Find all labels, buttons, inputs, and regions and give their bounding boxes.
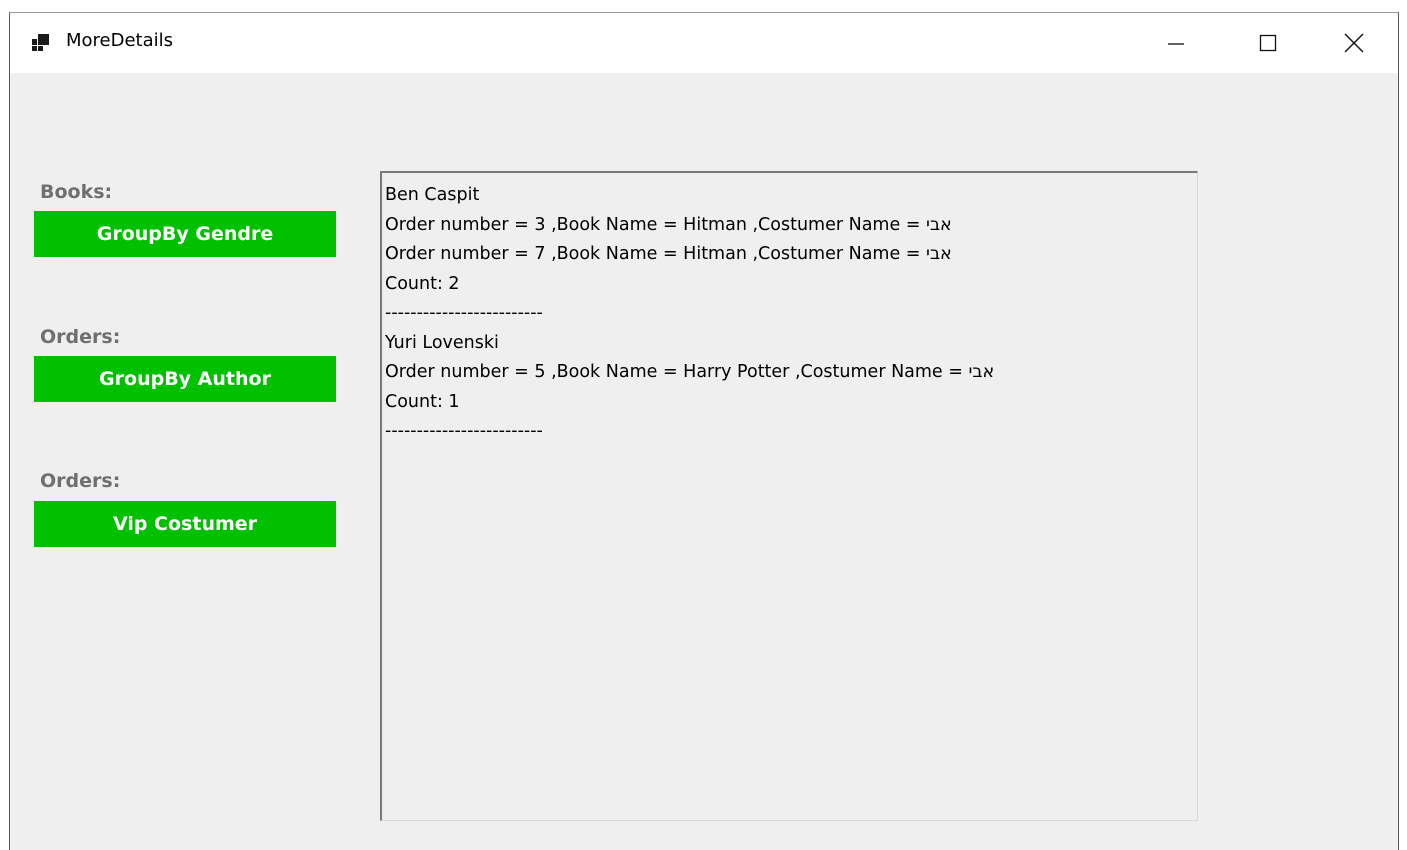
minimize-icon	[1168, 43, 1184, 45]
list-item[interactable]: Count: 2	[385, 270, 1197, 300]
close-button[interactable]	[1308, 13, 1400, 73]
orders-label-2: Orders:	[40, 470, 121, 492]
window-title: MoreDetails	[66, 30, 174, 51]
results-listbox[interactable]: Ben Caspit Order number = 3 ,Book Name =…	[380, 171, 1198, 821]
maximize-button[interactable]	[1222, 13, 1314, 73]
desktop-strip	[0, 0, 1407, 12]
title-bar[interactable]: MoreDetails	[10, 13, 1398, 73]
maximize-icon	[1259, 34, 1277, 52]
list-item[interactable]: Order number = 5 ,Book Name = Harry Pott…	[385, 358, 1197, 388]
groupby-gendre-button[interactable]: GroupBy Gendre	[34, 211, 336, 257]
list-item[interactable]: -------------------------	[385, 299, 1197, 329]
list-item[interactable]: Count: 1	[385, 388, 1197, 418]
vip-costumer-button[interactable]: Vip Costumer	[34, 501, 336, 547]
minimize-button[interactable]	[1130, 13, 1222, 73]
close-icon	[1344, 33, 1364, 53]
list-item[interactable]: Order number = 7 ,Book Name = Hitman ,Co…	[385, 240, 1197, 270]
list-item[interactable]: Yuri Lovenski	[385, 329, 1197, 359]
groupby-author-button[interactable]: GroupBy Author	[34, 356, 336, 402]
app-window-icon	[32, 34, 52, 52]
list-item[interactable]: Order number = 3 ,Book Name = Hitman ,Co…	[385, 211, 1197, 241]
list-item[interactable]: -------------------------	[385, 417, 1197, 447]
orders-label-1: Orders:	[40, 326, 121, 348]
main-window: MoreDetails Books: GroupBy Gendre Orders…	[9, 12, 1399, 850]
books-label: Books:	[40, 181, 113, 203]
list-item[interactable]: Ben Caspit	[385, 181, 1197, 211]
